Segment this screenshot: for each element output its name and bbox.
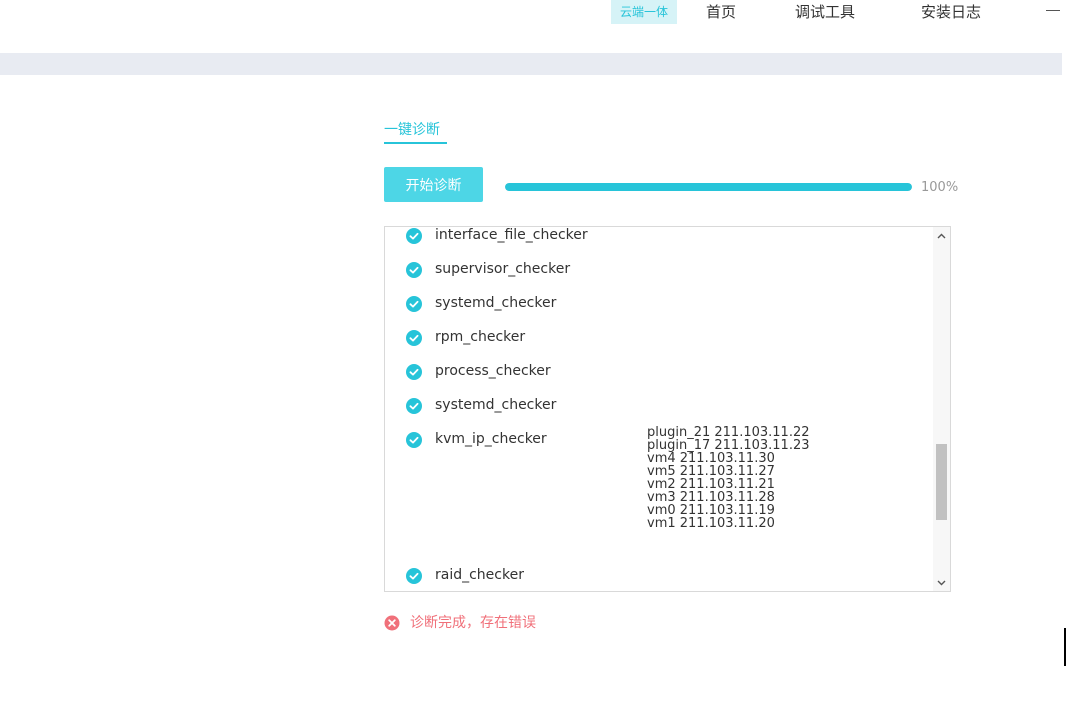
result-checker-name: raid_checker (435, 567, 524, 583)
chevron-up-icon[interactable] (933, 227, 950, 244)
app-window: 云端一体 首页 调试工具 安装日志 一键诊断 开始诊断 100% interfa… (0, 0, 1082, 710)
status-message: 诊断完成，存在错误 (410, 615, 536, 631)
diagnose-progress-bar (505, 183, 912, 191)
nav-debug-tools-link[interactable]: 调试工具 (795, 2, 855, 22)
check-circle-icon (406, 398, 422, 414)
result-item: raid_checker (385, 557, 933, 591)
tab-one-click-diagnose[interactable]: 一键诊断 (384, 120, 440, 140)
result-item: interface_file_checker (385, 227, 933, 251)
text-cursor (1064, 628, 1066, 666)
scrollbar-thumb[interactable] (936, 444, 947, 520)
result-item: systemd_checker (385, 387, 933, 421)
chevron-down-icon[interactable] (933, 574, 950, 591)
check-circle-icon (406, 330, 422, 346)
result-checker-name: kvm_ip_checker (435, 431, 547, 447)
check-circle-icon (406, 296, 422, 312)
tab-active-underline (384, 142, 447, 144)
cloud-mode-badge[interactable]: 云端一体 (611, 0, 677, 24)
diagnose-result-list[interactable]: interface_file_checker supervisor_checker… (384, 226, 951, 592)
close-circle-icon (384, 615, 400, 631)
result-checker-name: systemd_checker (435, 397, 557, 413)
check-circle-icon (406, 568, 422, 584)
check-circle-icon (406, 262, 422, 278)
result-checker-name: process_checker (435, 363, 551, 379)
result-item: rpm_checker (385, 319, 933, 353)
result-detail-lines: plugin_21 211.103.11.22 plugin_17 211.103… (647, 426, 810, 530)
result-item: supervisor_checker (385, 251, 933, 285)
result-checker-name: rpm_checker (435, 329, 526, 345)
progress-percent: 100% (921, 180, 959, 195)
start-diagnose-button[interactable]: 开始诊断 (384, 167, 483, 202)
result-scrollbar[interactable] (933, 227, 950, 591)
result-checker-name: systemd_checker (435, 295, 557, 311)
sub-header-bar (0, 53, 1062, 75)
nav-install-log-link[interactable]: 安装日志 (921, 2, 981, 22)
check-circle-icon (406, 364, 422, 380)
minimize-icon[interactable] (1046, 10, 1060, 11)
progress-fill (505, 183, 912, 191)
result-checker-name: supervisor_checker (435, 261, 571, 277)
check-circle-icon (406, 432, 422, 448)
result-item: systemd_checker (385, 285, 933, 319)
result-list-content: interface_file_checker supervisor_checker… (385, 227, 933, 591)
result-item: process_checker (385, 353, 933, 387)
result-detail-line: vm1 211.103.11.20 (647, 516, 775, 531)
result-checker-name: interface_file_checker (435, 227, 588, 243)
top-navigation: 云端一体 首页 调试工具 安装日志 (0, 0, 1082, 52)
nav-home-link[interactable]: 首页 (706, 2, 736, 22)
result-item: kvm_ip_checker plugin_21 211.103.11.22 plu… (385, 421, 933, 557)
check-circle-icon (406, 228, 422, 244)
